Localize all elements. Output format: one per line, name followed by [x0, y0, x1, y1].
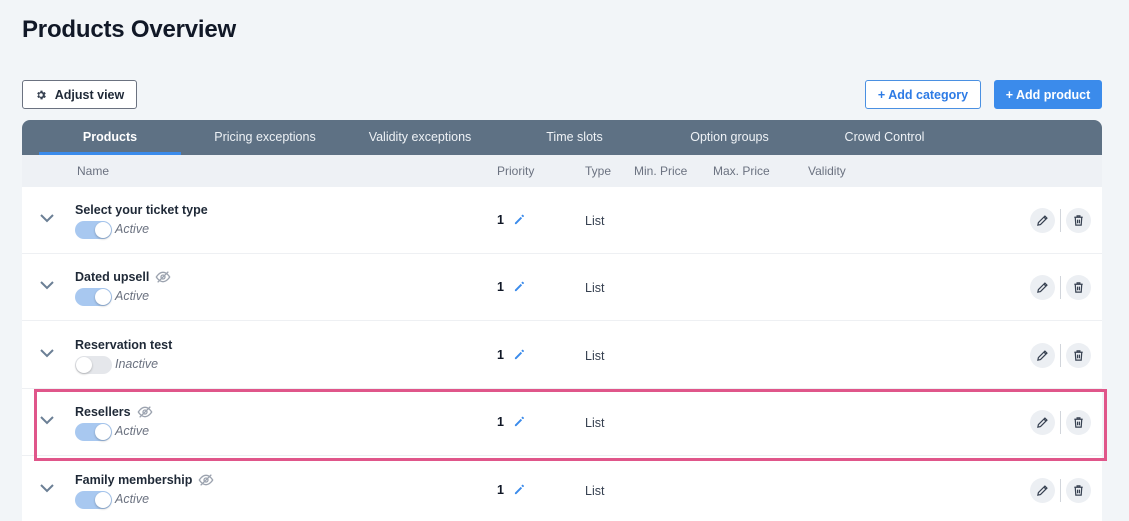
edit-button[interactable]	[1030, 410, 1055, 435]
eye-slash-icon	[137, 406, 153, 418]
tab-products[interactable]: Products	[39, 120, 181, 155]
tab-option-groups[interactable]: Option groups	[662, 120, 797, 155]
chevron-down-icon[interactable]	[40, 348, 54, 358]
pencil-icon[interactable]	[514, 349, 525, 360]
product-name: Select your ticket type	[75, 203, 208, 217]
chevron-down-icon[interactable]	[40, 213, 54, 223]
edit-button[interactable]	[1030, 343, 1055, 368]
adjust-view-label: Adjust view	[54, 87, 125, 102]
type-value: List	[585, 281, 605, 295]
product-name-label: Resellers	[75, 405, 131, 419]
toggle-knob	[95, 222, 111, 238]
active-toggle[interactable]	[75, 356, 112, 374]
trash-icon	[1074, 350, 1083, 361]
action-divider	[1060, 276, 1061, 299]
table-row: Reservation test Inactive 1 List	[22, 322, 1102, 389]
toggle-knob	[95, 289, 111, 305]
add-product-button[interactable]: + Add product	[994, 80, 1102, 109]
table-row: Family membership Active 1 List	[22, 457, 1102, 521]
product-name-label: Select your ticket type	[75, 203, 208, 217]
column-header-min-price: Min. Price	[634, 164, 688, 178]
type-value: List	[585, 484, 605, 498]
column-header-priority: Priority	[497, 164, 535, 178]
pencil-icon[interactable]	[514, 484, 525, 495]
edit-button[interactable]	[1030, 275, 1055, 300]
pencil-icon[interactable]	[514, 416, 525, 427]
pencil-icon	[1037, 417, 1048, 428]
product-name-label: Family membership	[75, 473, 193, 487]
type-value: List	[585, 416, 605, 430]
action-divider	[1060, 479, 1061, 502]
tab-crowd-control[interactable]: Crowd Control	[817, 120, 952, 155]
action-divider	[1060, 209, 1061, 232]
delete-button[interactable]	[1066, 478, 1091, 503]
trash-icon	[1074, 417, 1083, 428]
action-divider	[1060, 344, 1061, 367]
status-label: Active	[115, 222, 150, 236]
edit-button[interactable]	[1030, 478, 1055, 503]
priority-value: 1	[497, 280, 504, 294]
chevron-down-icon[interactable]	[40, 415, 54, 425]
pencil-icon[interactable]	[514, 281, 525, 292]
column-header-type: Type	[585, 164, 612, 178]
delete-button[interactable]	[1066, 208, 1091, 233]
trash-icon	[1074, 485, 1083, 496]
trash-icon	[1074, 215, 1083, 226]
page-title: Products Overview	[22, 16, 237, 43]
tab-bar: Products Pricing exceptions Validity exc…	[22, 120, 1102, 155]
pencil-icon[interactable]	[514, 214, 525, 225]
products-table-card: Products Pricing exceptions Validity exc…	[22, 120, 1102, 521]
toggle-knob	[95, 424, 111, 440]
status-label: Active	[115, 424, 150, 438]
status-label: Active	[115, 492, 150, 506]
tab-pricing-exceptions[interactable]: Pricing exceptions	[192, 120, 338, 155]
priority-value: 1	[497, 213, 504, 227]
priority-value: 1	[497, 483, 504, 497]
delete-button[interactable]	[1066, 275, 1091, 300]
adjust-view-button[interactable]: Adjust view	[22, 80, 137, 109]
pencil-icon	[1037, 215, 1048, 226]
status-label: Active	[115, 289, 150, 303]
table-header: Name Priority Type Min. Price Max. Price…	[22, 155, 1102, 187]
priority-value: 1	[497, 348, 504, 362]
pencil-icon	[1037, 282, 1048, 293]
delete-button[interactable]	[1066, 410, 1091, 435]
active-toggle[interactable]	[75, 491, 112, 509]
table-row: Dated upsell Active 1 List	[22, 254, 1102, 321]
product-name-label: Reservation test	[75, 338, 173, 352]
edit-button[interactable]	[1030, 208, 1055, 233]
table-row: Select your ticket type Active 1 List	[22, 187, 1102, 254]
action-divider	[1060, 411, 1061, 434]
product-name: Reservation test	[75, 338, 172, 352]
pencil-icon	[1037, 350, 1048, 361]
product-name: Resellers	[75, 405, 153, 419]
pencil-icon	[1037, 485, 1048, 496]
active-toggle[interactable]	[75, 221, 112, 239]
type-value: List	[585, 214, 605, 228]
tab-validity-exceptions[interactable]: Validity exceptions	[349, 120, 491, 155]
delete-button[interactable]	[1066, 343, 1091, 368]
chevron-down-icon[interactable]	[40, 280, 54, 290]
priority-value: 1	[497, 415, 504, 429]
toggle-knob	[95, 492, 111, 508]
active-toggle[interactable]	[75, 288, 112, 306]
toggle-knob	[76, 357, 92, 373]
add-category-button[interactable]: + Add category	[865, 80, 981, 109]
trash-icon	[1074, 282, 1083, 293]
product-name: Family membership	[75, 473, 214, 487]
chevron-down-icon[interactable]	[40, 483, 54, 493]
status-label: Inactive	[115, 357, 159, 371]
product-name-label: Dated upsell	[75, 270, 150, 284]
active-toggle[interactable]	[75, 423, 112, 441]
type-value: List	[585, 349, 605, 363]
column-header-name: Name	[77, 164, 110, 178]
product-name: Dated upsell	[75, 270, 171, 284]
gear-icon	[36, 90, 46, 99]
eye-slash-icon	[198, 474, 214, 486]
column-header-max-price: Max. Price	[713, 164, 770, 178]
column-header-validity: Validity	[808, 164, 846, 178]
tab-time-slots[interactable]: Time slots	[512, 120, 637, 155]
table-row: Resellers Active 1 List	[22, 389, 1102, 456]
eye-slash-icon	[155, 271, 171, 283]
